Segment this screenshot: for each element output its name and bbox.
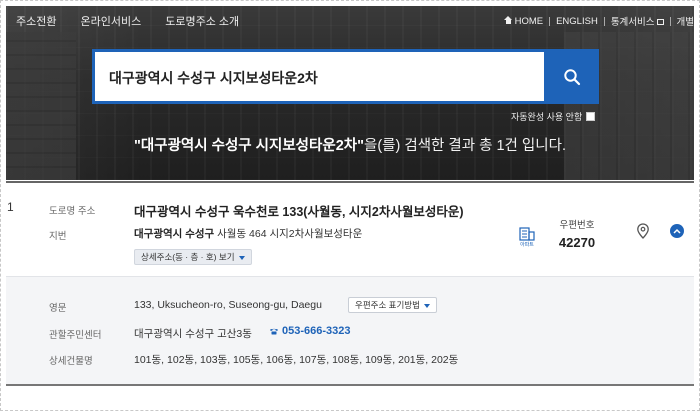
stats-service-link[interactable]: 통계서비스	[611, 14, 664, 28]
search-input-value: 대구광역시 수성구 시지보성타운2차	[109, 70, 318, 86]
divider	[549, 16, 551, 26]
postal-method-button[interactable]: 우편주소 표기방법	[348, 297, 437, 313]
road-address[interactable]: 대구광역시 수성구 욱수천로 133(사월동, 시지2차사월보성타운)	[134, 201, 464, 220]
collapse-button[interactable]	[670, 224, 684, 238]
result-query: "대구광역시 수성구 시지보성타운2차"	[134, 138, 364, 154]
home-link-label: HOME	[514, 15, 544, 27]
phone-link[interactable]: 053-666-3323	[269, 325, 351, 337]
community-center: 대구광역시 수성구 고산3동	[134, 328, 252, 340]
autocomplete-checkbox[interactable]	[586, 112, 596, 121]
detail-panel: 영문 133, Uksucheon-ro, Suseong-gu, Daegu …	[6, 276, 694, 386]
result-list: 1 도로명 주소 대구광역시 수성구 욱수천로 133(사월동, 시지2차사월보…	[6, 181, 694, 388]
main-menu: 주소전환 온라인서비스 도로명주소 소개	[16, 13, 239, 29]
stats-service-label: 통계서비스	[610, 17, 655, 28]
result-summary: "대구광역시 수성구 시지보성타운2차"을(를) 검색한 결과 총 1건 입니다…	[6, 134, 694, 155]
jibun-address[interactable]: 대구광역시 수성구 사월동 464 시지2차사월보성타운	[134, 226, 362, 241]
building-names: 101동, 102동, 103동, 105동, 106동, 107동, 108동…	[134, 354, 459, 366]
menu-item-address-convert[interactable]: 주소전환	[16, 13, 56, 29]
road-address-label: 도로명 주소	[49, 206, 96, 217]
result-count-text: 을(를) 검색한 결과 총 1건 입니다.	[364, 138, 566, 154]
result-index: 1	[7, 200, 14, 214]
search-input[interactable]: 대구광역시 수성구 시지보성타운2차	[92, 49, 545, 104]
divider	[603, 16, 605, 26]
developer-link[interactable]: 개별	[677, 14, 694, 28]
utility-menu: HOME ENGLISH 통계서비스 개별	[503, 14, 694, 28]
detail-address-button[interactable]: 상세주소(동 · 층 · 호) 보기	[134, 249, 252, 265]
zip-code-label: 우편번호	[559, 220, 595, 231]
autocomplete-label: 자동완성 사용 안함	[511, 112, 583, 122]
dropdown-arrow-icon	[423, 303, 430, 308]
hero-banner: 주소전환 온라인서비스 도로명주소 소개 HOME ENGLISH 통계서비스 …	[6, 6, 694, 180]
map-pin-icon[interactable]	[636, 223, 650, 239]
chevron-up-icon	[673, 228, 681, 234]
phone-icon	[270, 328, 278, 335]
detail-address-button-label: 상세주소(동 · 층 · 호) 보기	[141, 252, 235, 262]
building-names-label: 상세건물명	[49, 356, 93, 367]
divider	[669, 16, 671, 26]
community-center-label: 관할주민센터	[49, 330, 102, 341]
jibun-address-rest: 사월동 464 시지2차사월보성타운	[217, 228, 363, 240]
english-address: 133, Uksucheon-ro, Suseong-gu, Daegu	[134, 299, 322, 311]
english-link[interactable]: ENGLISH	[556, 16, 598, 27]
jibun-address-bold: 대구광역시 수성구	[134, 228, 215, 240]
apartment-icon: 아파트	[519, 227, 535, 247]
top-navigation: 주소전환 온라인서비스 도로명주소 소개 HOME ENGLISH 통계서비스 …	[6, 6, 694, 32]
external-link-icon	[656, 19, 664, 25]
english-address-label: 영문	[49, 303, 67, 314]
autocomplete-toggle[interactable]: 자동완성 사용 안함	[511, 110, 596, 123]
search-button[interactable]	[544, 49, 599, 104]
menu-item-online-service[interactable]: 온라인서비스	[80, 13, 141, 29]
dropdown-arrow-icon	[238, 255, 245, 260]
home-link[interactable]: HOME	[503, 15, 544, 27]
phone-number: 053-666-3323	[282, 325, 351, 337]
menu-item-road-address-intro[interactable]: 도로명주소 소개	[165, 13, 239, 29]
zip-code: 42270	[558, 235, 596, 250]
jibun-label: 지번	[49, 231, 67, 242]
building-type-label: 아파트	[520, 241, 534, 247]
postal-method-button-label: 우편주소 표기방법	[355, 300, 420, 310]
home-icon	[503, 15, 513, 24]
search-icon	[563, 68, 580, 85]
hero-wall-left	[6, 32, 76, 180]
